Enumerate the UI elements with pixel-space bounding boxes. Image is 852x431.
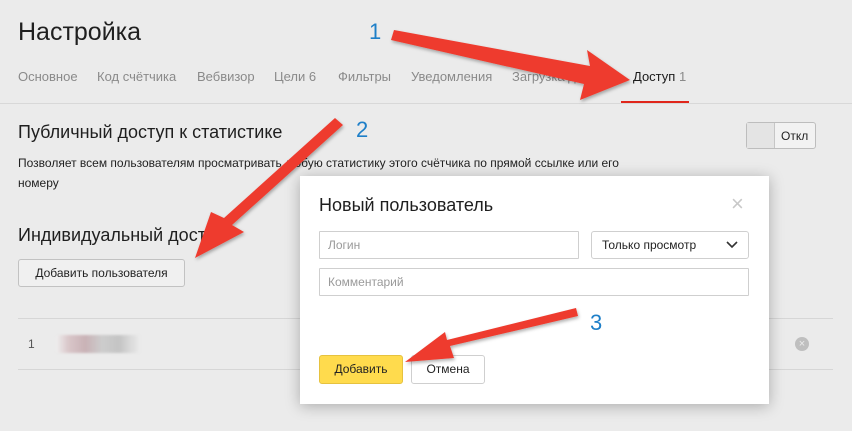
annotation-number-3: 3 <box>590 310 603 335</box>
annotation-arrow-1 <box>391 30 630 100</box>
settings-page: Настройка Основное Код счётчика Вебвизор… <box>0 0 852 431</box>
annotation-arrow-3 <box>405 308 578 362</box>
annotation-number-2: 2 <box>356 117 369 142</box>
annotation-number-1: 1 <box>369 19 382 44</box>
annotation-arrows <box>195 30 630 362</box>
annotation-arrow-2 <box>195 118 343 258</box>
